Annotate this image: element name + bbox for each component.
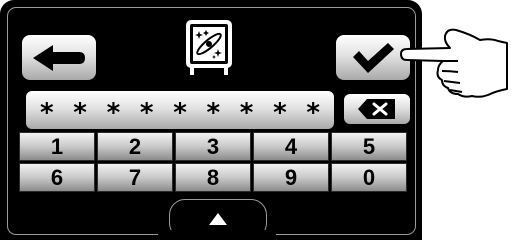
tab-base	[158, 230, 276, 240]
back-button[interactable]	[22, 35, 96, 80]
checkmark-icon	[353, 42, 394, 73]
key-0[interactable]: 0	[331, 163, 407, 192]
key-8[interactable]: 8	[175, 163, 251, 192]
password-char: *	[139, 98, 154, 128]
key-1[interactable]: 1	[19, 132, 95, 161]
password-char: *	[173, 98, 187, 128]
key-4[interactable]: 4	[253, 132, 329, 161]
key-9[interactable]: 9	[253, 163, 329, 192]
password-char: *	[239, 98, 254, 128]
key-2[interactable]: 2	[97, 132, 173, 161]
password-char: *	[106, 98, 121, 128]
triangle-up-icon	[209, 213, 227, 225]
key-7[interactable]: 7	[97, 163, 173, 192]
password-char: *	[73, 98, 87, 128]
propeller-sparkle-icon	[184, 15, 234, 79]
password-char: *	[40, 98, 54, 128]
key-6[interactable]: 6	[19, 163, 95, 192]
pointing-hand-icon	[400, 28, 508, 98]
numeric-keypad: 1 2 3 4 5 6 7 8 9 0	[19, 132, 408, 194]
key-3[interactable]: 3	[175, 132, 251, 161]
device-screen: * * * * * * * * * 1 2 3 4 5 6 7 8 9 0	[0, 0, 422, 240]
key-5[interactable]: 5	[331, 132, 407, 161]
password-char: *	[273, 98, 287, 128]
arrow-left-icon	[33, 44, 85, 71]
backspace-icon	[358, 99, 395, 119]
password-char: *	[206, 98, 221, 128]
password-field[interactable]: * * * * * * * * *	[26, 91, 334, 129]
password-char: *	[306, 98, 320, 128]
